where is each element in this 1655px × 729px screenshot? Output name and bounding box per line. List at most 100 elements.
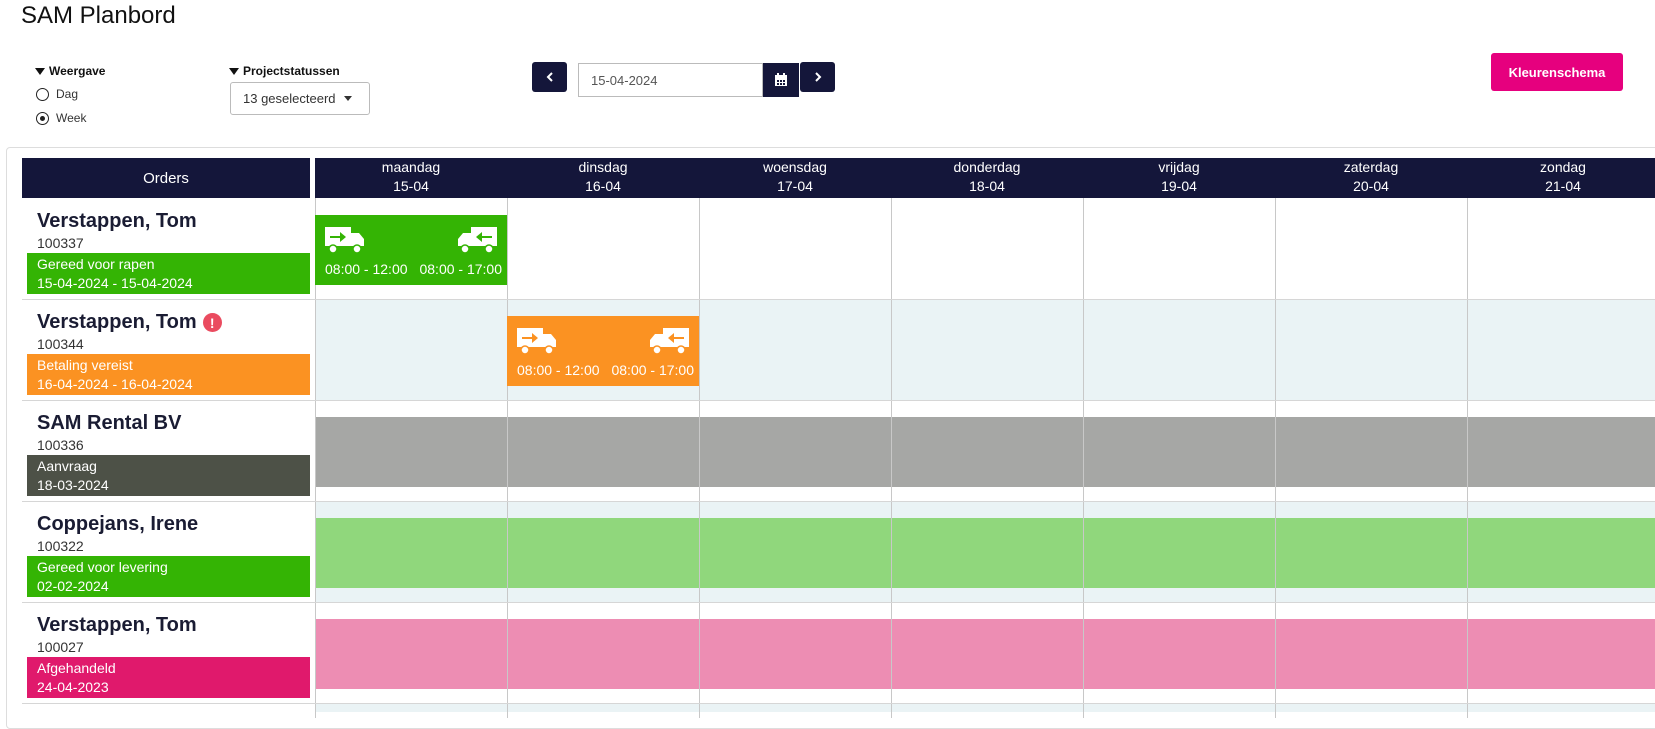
customer-name: Verstappen, Tom <box>37 614 197 636</box>
orders-header: Orders <box>22 158 310 198</box>
status-label: Afgehandeld <box>37 660 116 676</box>
day-header-dinsdag: dinsdag 16-04 <box>507 158 699 198</box>
day-name: vrijdag <box>1158 159 1200 175</box>
day-date: 15-04 <box>393 178 429 194</box>
day-header-zaterdag: zaterdag 20-04 <box>1275 158 1467 198</box>
status-badge: Gereed voor levering 02-02-2024 <box>27 556 310 597</box>
row-background <box>315 198 1655 299</box>
order-row[interactable]: Verstappen, Tom 100027 Afgehandeld 24-04… <box>22 602 310 703</box>
view-option-day[interactable]: Dag <box>36 87 78 101</box>
day-header-zondag: zondag 21-04 <box>1467 158 1655 198</box>
day-name: zondag <box>1540 159 1586 175</box>
order-bar-100322[interactable] <box>315 518 1655 588</box>
chevron-left-icon <box>546 72 553 82</box>
status-period: 18-03-2024 <box>37 477 109 493</box>
delivery-time: 08:00 - 12:00 <box>325 261 408 277</box>
calendar-icon <box>775 73 787 86</box>
customer-name: Verstappen, Tom <box>37 311 197 333</box>
day-header-woensdag: woensdag 17-04 <box>699 158 891 198</box>
statuses-label-text: Projectstatussen <box>243 64 340 78</box>
day-date: 17-04 <box>777 178 813 194</box>
order-bar-100027[interactable] <box>315 619 1655 689</box>
date-input[interactable] <box>578 63 763 97</box>
statuses-toggle-label[interactable]: Projectstatussen <box>229 64 340 78</box>
day-name: maandag <box>381 159 441 175</box>
status-label: Betaling vereist <box>37 357 133 373</box>
booking-card-100344[interactable]: 08:00 - 12:00 08:00 - 17:00 <box>507 316 699 386</box>
order-number: 100027 <box>37 639 84 655</box>
customer-name-wrap: Verstappen, Tom ! <box>37 311 222 334</box>
status-select[interactable]: 13 geselecteerd <box>230 82 370 115</box>
status-period: 24-04-2023 <box>37 679 109 695</box>
prev-week-button[interactable] <box>532 62 567 92</box>
warning-icon[interactable]: ! <box>202 313 222 332</box>
view-option-week-label: Week <box>56 111 87 125</box>
day-date: 16-04 <box>585 178 621 194</box>
order-bar-100336[interactable] <box>315 417 1655 487</box>
status-badge: Aanvraag 18-03-2024 <box>27 455 310 496</box>
truck-delivery-icon <box>325 227 364 254</box>
column-divider <box>699 198 700 718</box>
order-number: 100322 <box>37 538 84 554</box>
day-date: 18-04 <box>969 178 1005 194</box>
status-badge: Betaling vereist 16-04-2024 - 16-04-2024 <box>27 354 310 395</box>
status-label: Gereed voor levering <box>37 559 168 575</box>
order-number: 100344 <box>37 336 84 352</box>
view-toggle-label[interactable]: Weergave <box>35 64 105 78</box>
page-title: SAM Planbord <box>21 2 176 29</box>
color-scheme-button[interactable]: Kleurenschema <box>1491 53 1623 91</box>
column-divider <box>507 198 508 718</box>
view-option-day-label: Dag <box>56 87 79 101</box>
truck-delivery-icon <box>517 328 556 355</box>
day-name: donderdag <box>953 159 1021 175</box>
caret-down-icon <box>35 68 45 76</box>
pickup-time: 08:00 - 17:00 <box>611 362 694 378</box>
truck-pickup-icon <box>650 328 689 355</box>
status-period: 16-04-2024 - 16-04-2024 <box>37 376 193 392</box>
day-name: dinsdag <box>578 159 628 175</box>
order-row[interactable]: Verstappen, Tom ! 100344 Betaling vereis… <box>22 299 310 400</box>
row-divider <box>22 703 1655 704</box>
customer-name: SAM Rental BV <box>37 412 182 434</box>
column-divider <box>1083 198 1084 718</box>
view-option-week[interactable]: Week <box>36 111 86 125</box>
caret-down-icon <box>229 68 239 76</box>
dropdown-caret-icon <box>343 96 352 101</box>
day-header-donderdag: donderdag 18-04 <box>891 158 1083 198</box>
chevron-right-icon <box>814 72 821 82</box>
day-date: 19-04 <box>1161 178 1197 194</box>
status-badge: Afgehandeld 24-04-2023 <box>27 657 310 698</box>
order-number: 100337 <box>37 235 84 251</box>
status-label: Gereed voor rapen <box>37 256 155 272</box>
day-date: 20-04 <box>1353 178 1389 194</box>
row-background <box>315 703 1655 712</box>
status-label: Aanvraag <box>37 458 97 474</box>
order-row[interactable]: Coppejans, Irene 100322 Gereed voor leve… <box>22 501 310 602</box>
booking-card-100337[interactable]: 08:00 - 12:00 08:00 - 17:00 <box>315 215 507 285</box>
column-divider <box>891 198 892 718</box>
day-name: zaterdag <box>1343 159 1399 175</box>
day-name: woensdag <box>763 159 827 175</box>
next-week-button[interactable] <box>800 62 835 92</box>
order-number: 100336 <box>37 437 84 453</box>
delivery-time: 08:00 - 12:00 <box>517 362 600 378</box>
column-divider <box>1467 198 1468 718</box>
status-select-value: 13 geselecteerd <box>243 91 336 106</box>
radio-day[interactable] <box>36 87 49 101</box>
column-divider <box>1275 198 1276 718</box>
status-badge: Gereed voor rapen 15-04-2024 - 15-04-202… <box>27 253 310 294</box>
day-header-maandag: maandag 15-04 <box>315 158 507 198</box>
radio-week[interactable] <box>36 111 49 125</box>
customer-name: Verstappen, Tom <box>37 210 197 232</box>
view-label-text: Weergave <box>49 64 106 78</box>
order-row[interactable]: Verstappen, Tom 100337 Gereed voor rapen… <box>22 198 310 299</box>
status-period: 15-04-2024 - 15-04-2024 <box>37 275 193 291</box>
day-header-vrijdag: vrijdag 19-04 <box>1083 158 1275 198</box>
customer-name: Coppejans, Irene <box>37 513 199 535</box>
day-date: 21-04 <box>1545 178 1581 194</box>
truck-pickup-icon <box>458 227 497 254</box>
pickup-time: 08:00 - 17:00 <box>419 261 502 277</box>
calendar-button[interactable] <box>763 63 799 97</box>
status-period: 02-02-2024 <box>37 578 109 594</box>
order-row[interactable]: SAM Rental BV 100336 Aanvraag 18-03-2024 <box>22 400 310 501</box>
